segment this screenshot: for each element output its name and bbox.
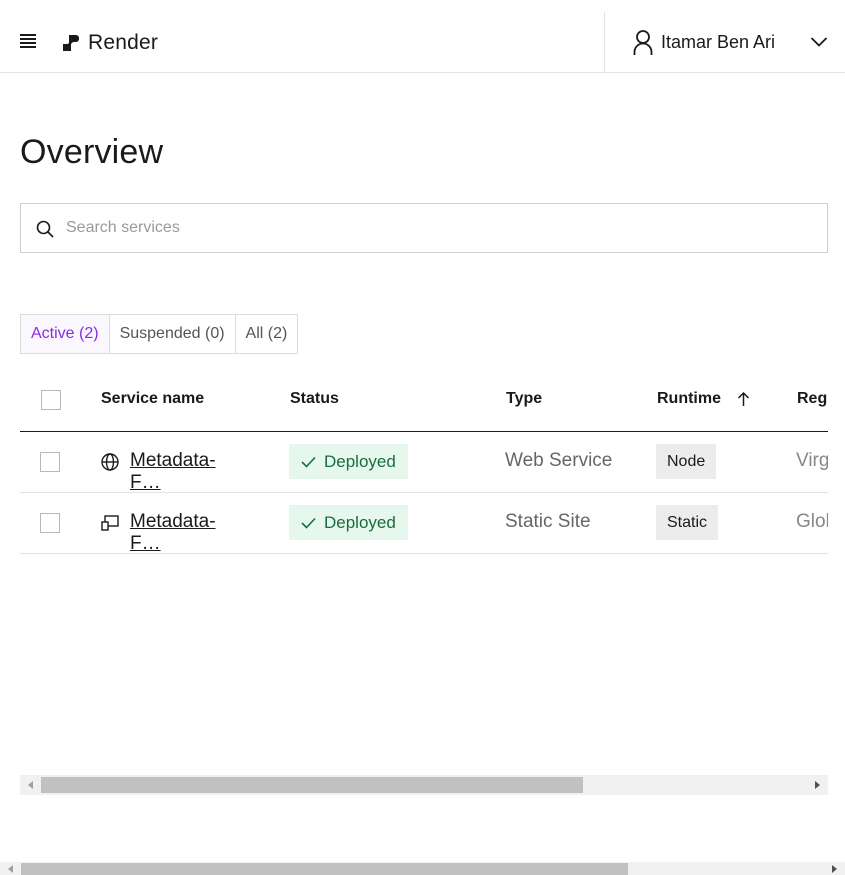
select-all-checkbox[interactable]: [41, 390, 61, 410]
scroll-right-icon[interactable]: [815, 781, 820, 789]
chevron-down-icon[interactable]: [810, 36, 828, 48]
row-checkbox[interactable]: [40, 452, 60, 472]
status-tabs: Active (2) Suspended (0) All (2): [20, 314, 299, 354]
column-region[interactable]: Reg: [797, 390, 827, 408]
hamburger-menu-icon[interactable]: [20, 34, 38, 48]
search-icon: [36, 220, 54, 238]
tab-all[interactable]: All (2): [235, 315, 298, 353]
service-name-link[interactable]: Metadata-F…: [130, 511, 244, 555]
column-runtime[interactable]: Runtime: [657, 390, 721, 408]
scroll-right-icon[interactable]: [832, 865, 837, 873]
column-type[interactable]: Type: [506, 390, 542, 408]
user-menu[interactable]: Itamar Ben Ari: [604, 12, 845, 72]
tab-active[interactable]: Active (2): [21, 315, 110, 353]
column-service-name[interactable]: Service name: [101, 390, 204, 408]
check-icon: [301, 456, 316, 468]
render-logo-icon: [63, 35, 79, 51]
brand-name: Render: [88, 31, 159, 54]
user-name: Itamar Ben Ari: [661, 32, 776, 52]
status-badge: Deployed: [289, 505, 408, 540]
scrollbar-thumb[interactable]: [21, 863, 628, 875]
table-header: Service name Status Type Runtime Reg: [20, 370, 828, 432]
status-badge: Deployed: [289, 444, 408, 479]
arrow-up-icon[interactable]: [737, 391, 750, 407]
status-text: Deployed: [324, 452, 396, 471]
top-header: Render Itamar Ben Ari: [0, 0, 845, 73]
service-region: Glol: [796, 511, 828, 532]
table-row: Metadata-F… Deployed Web Service Node Vi…: [20, 432, 828, 493]
scrollbar-thumb[interactable]: [41, 777, 583, 793]
services-table: Service name Status Type Runtime Reg Met…: [20, 370, 828, 560]
page-title: Overview: [20, 133, 164, 171]
page-horizontal-scrollbar[interactable]: [0, 862, 845, 875]
row-checkbox[interactable]: [40, 513, 60, 533]
status-text: Deployed: [324, 513, 396, 532]
service-type: Static Site: [505, 511, 591, 532]
static-site-icon: [101, 515, 119, 531]
user-icon: [633, 30, 653, 55]
scroll-left-icon[interactable]: [8, 865, 13, 873]
runtime-badge: Node: [656, 444, 717, 479]
render-logo[interactable]: Render: [60, 31, 158, 55]
table-row: Metadata-F… Deployed Static Site Static …: [20, 493, 828, 554]
service-type: Web Service: [505, 450, 613, 471]
table-horizontal-scrollbar[interactable]: [20, 775, 828, 795]
scroll-left-icon[interactable]: [28, 781, 33, 789]
check-icon: [301, 517, 316, 529]
search-input[interactable]: [66, 204, 806, 252]
runtime-badge: Static: [656, 505, 719, 540]
globe-icon: [101, 453, 119, 471]
service-name-link[interactable]: Metadata-F…: [130, 450, 244, 494]
service-region: Virg: [796, 450, 828, 471]
tab-suspended[interactable]: Suspended (0): [109, 315, 236, 353]
column-status[interactable]: Status: [290, 390, 339, 408]
search-box: [20, 203, 828, 253]
